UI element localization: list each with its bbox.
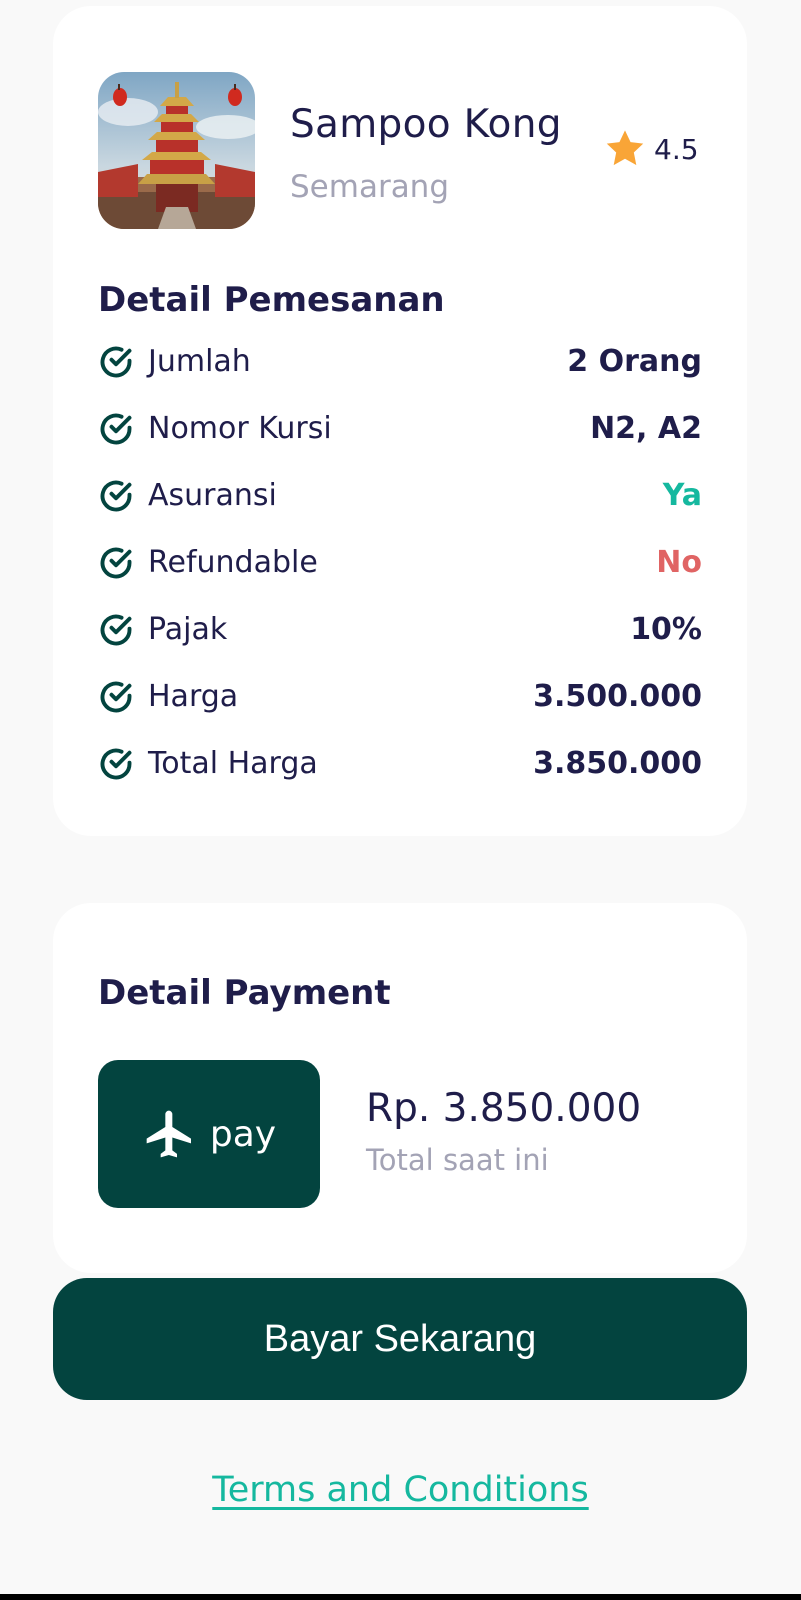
terms-container: Terms and Conditions xyxy=(0,1470,801,1510)
check-circle-icon xyxy=(100,413,132,444)
row-total-harga: Total Harga 3.850.000 xyxy=(98,730,702,797)
row-label: Total Harga xyxy=(148,746,318,781)
check-circle-icon xyxy=(100,346,132,377)
pay-now-button[interactable]: Bayar Sekarang xyxy=(53,1278,747,1400)
destination-image xyxy=(98,72,255,229)
row-harga: Harga 3.500.000 xyxy=(98,663,702,730)
row-label: Asuransi xyxy=(148,478,277,513)
check-circle-icon xyxy=(100,614,132,645)
rating: 4.5 xyxy=(602,126,699,172)
row-value: 3.500.000 xyxy=(533,679,702,714)
row-label: Nomor Kursi xyxy=(148,411,332,446)
row-jumlah: Jumlah 2 Orang xyxy=(98,328,702,395)
check-circle-icon xyxy=(100,480,132,511)
payment-amount-caption: Total saat ini xyxy=(366,1143,549,1177)
payment-card: Detail Payment pay Rp. 3.850.000 Total s… xyxy=(53,903,747,1273)
row-value: N2, A2 xyxy=(590,411,702,446)
system-nav-bar xyxy=(0,1594,801,1600)
row-value: No xyxy=(656,545,702,580)
row-label: Harga xyxy=(148,679,239,714)
row-label: Refundable xyxy=(148,545,318,580)
terms-link[interactable]: Terms and Conditions xyxy=(212,1470,588,1510)
booking-detail-title: Detail Pemesanan xyxy=(98,280,445,320)
rating-value: 4.5 xyxy=(654,132,699,166)
row-pajak: Pajak 10% xyxy=(98,596,702,663)
row-label: Jumlah xyxy=(148,344,251,379)
row-value: 2 Orang xyxy=(567,344,702,379)
star-icon xyxy=(606,130,644,166)
row-value: 3.850.000 xyxy=(533,746,702,781)
check-circle-icon xyxy=(100,547,132,578)
check-circle-icon xyxy=(100,681,132,712)
row-refundable: Refundable No xyxy=(98,529,702,596)
pay-logo-text: pay xyxy=(209,1113,277,1155)
row-value: Ya xyxy=(662,478,702,513)
booking-card: Sampoo Kong Semarang 4.5 Detail Pemesana… xyxy=(53,6,747,836)
booking-detail-list: Jumlah 2 Orang Nomor Kursi N2, A2 Asuran… xyxy=(98,328,702,797)
row-value: 10% xyxy=(630,612,702,647)
row-asuransi: Asuransi Ya xyxy=(98,462,702,529)
destination-city: Semarang xyxy=(290,169,450,205)
destination-name: Sampoo Kong xyxy=(290,102,562,147)
airplane-icon xyxy=(146,1110,191,1158)
payment-amount: Rp. 3.850.000 xyxy=(366,1086,642,1131)
check-circle-icon xyxy=(100,748,132,779)
payment-detail-title: Detail Payment xyxy=(98,973,391,1013)
payment-method-card[interactable]: pay xyxy=(98,1060,320,1208)
row-label: Pajak xyxy=(148,612,228,647)
row-nomor-kursi: Nomor Kursi N2, A2 xyxy=(98,395,702,462)
